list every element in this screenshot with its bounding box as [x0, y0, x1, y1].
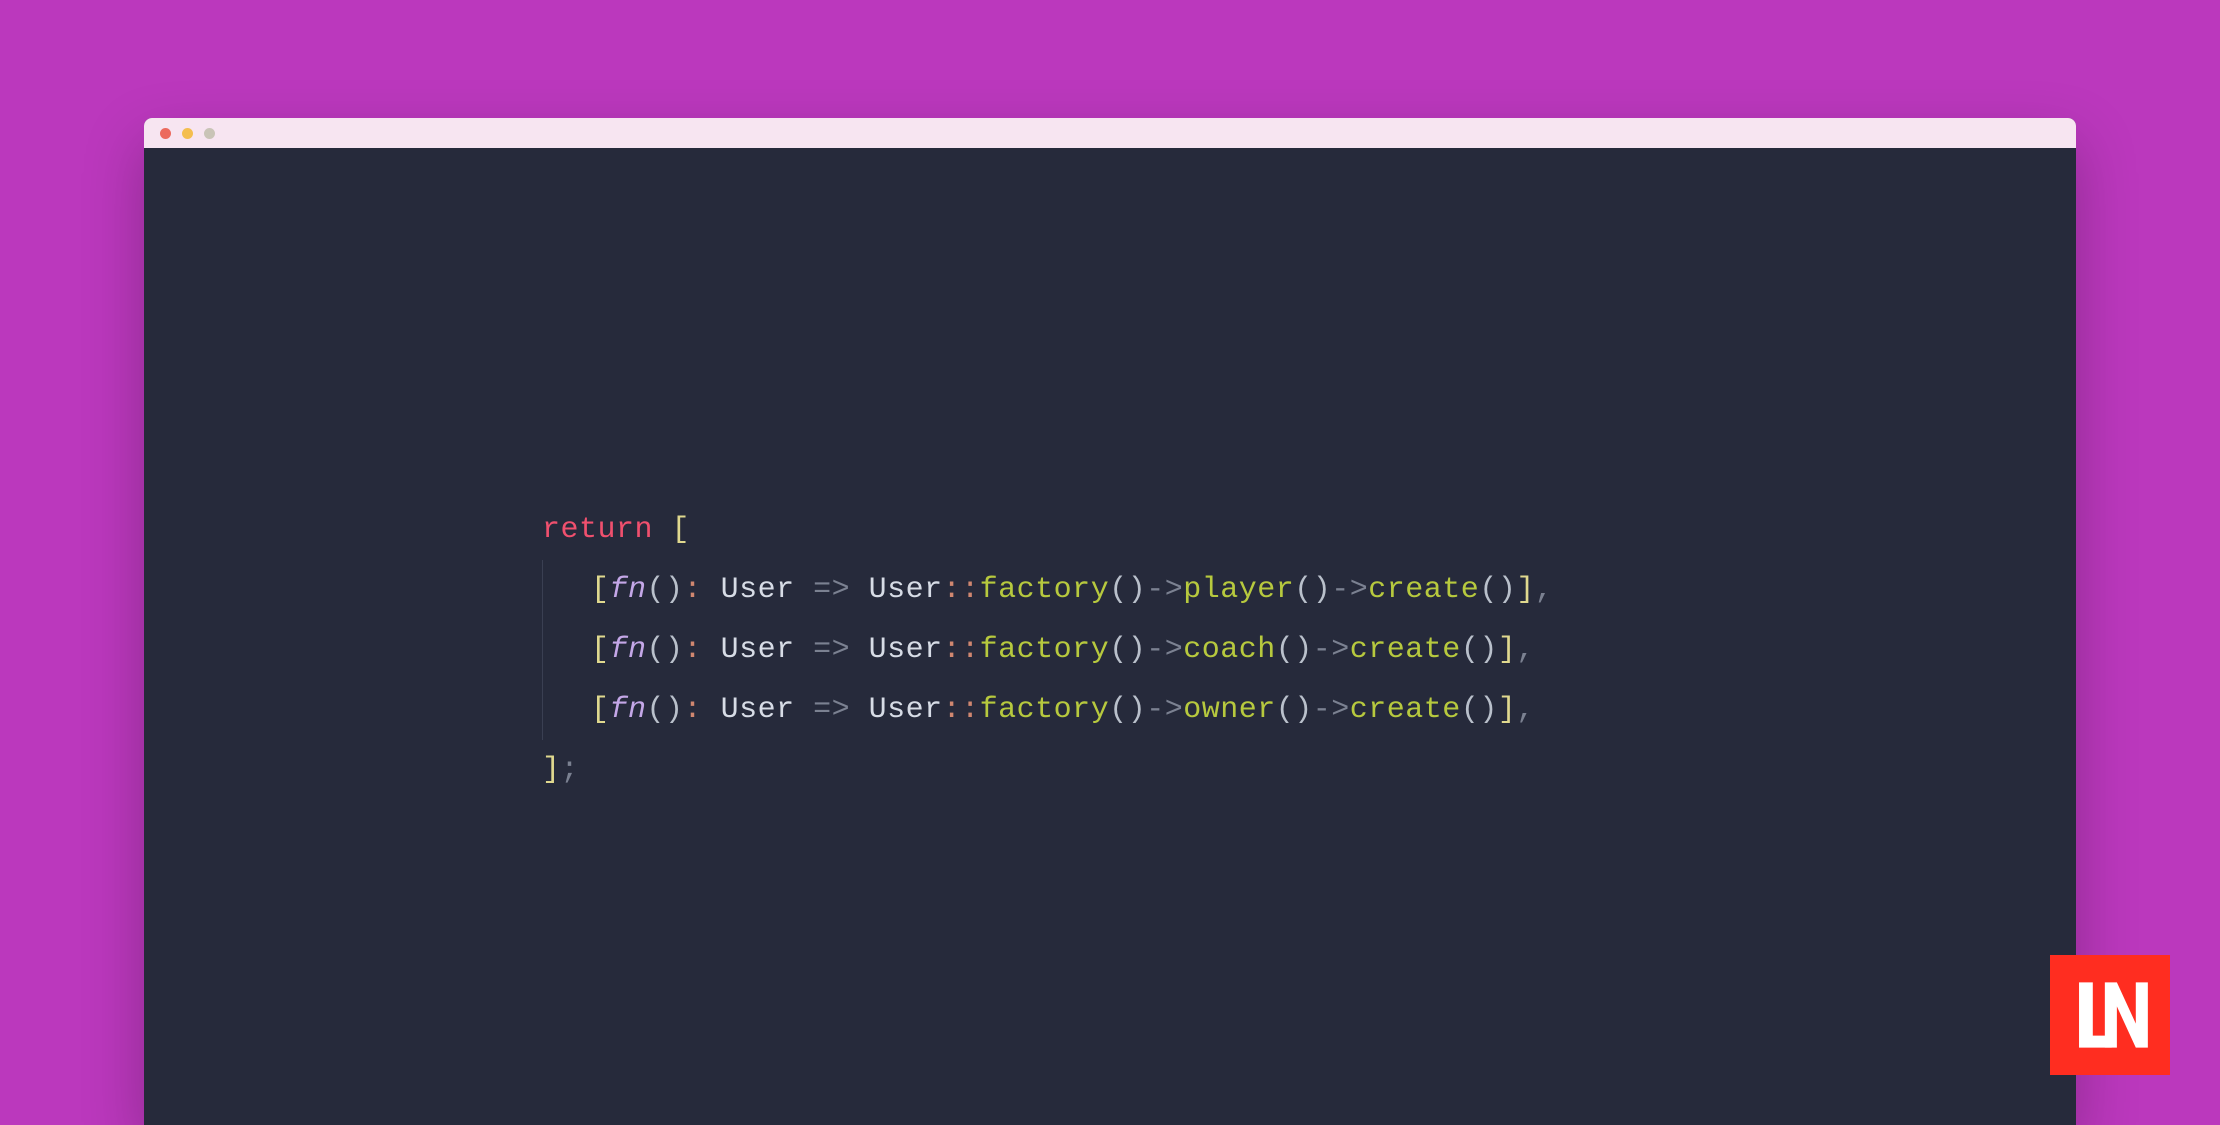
code-line-2: [fn(): User => User::factory()->coach()-… [542, 633, 1535, 667]
code-line-close: ]; [542, 753, 579, 787]
code-block: return [ [fn(): User => User::factory()-… [542, 500, 2076, 800]
code-line-1: [fn(): User => User::factory()->player()… [542, 573, 1553, 607]
indent-guide-icon [542, 560, 543, 620]
code-line-3: [fn(): User => User::factory()->owner()-… [542, 693, 1535, 727]
ln-logo-icon [2067, 972, 2153, 1058]
keyword-return: return [542, 513, 653, 547]
open-bracket: [ [672, 513, 691, 547]
traffic-light-close-icon[interactable] [160, 128, 171, 139]
close-bracket: ] [542, 753, 561, 787]
indent-guide-icon [542, 680, 543, 740]
editor-window: return [ [fn(): User => User::factory()-… [144, 118, 2076, 1125]
window-titlebar [144, 118, 2076, 148]
semicolon: ; [561, 753, 580, 787]
traffic-light-minimize-icon[interactable] [182, 128, 193, 139]
laravel-news-logo [2050, 955, 2170, 1075]
traffic-light-zoom-icon[interactable] [204, 128, 215, 139]
indent-guide-icon [542, 620, 543, 680]
code-editor[interactable]: return [ [fn(): User => User::factory()-… [144, 148, 2076, 1125]
code-line-return: return [ [542, 513, 690, 547]
